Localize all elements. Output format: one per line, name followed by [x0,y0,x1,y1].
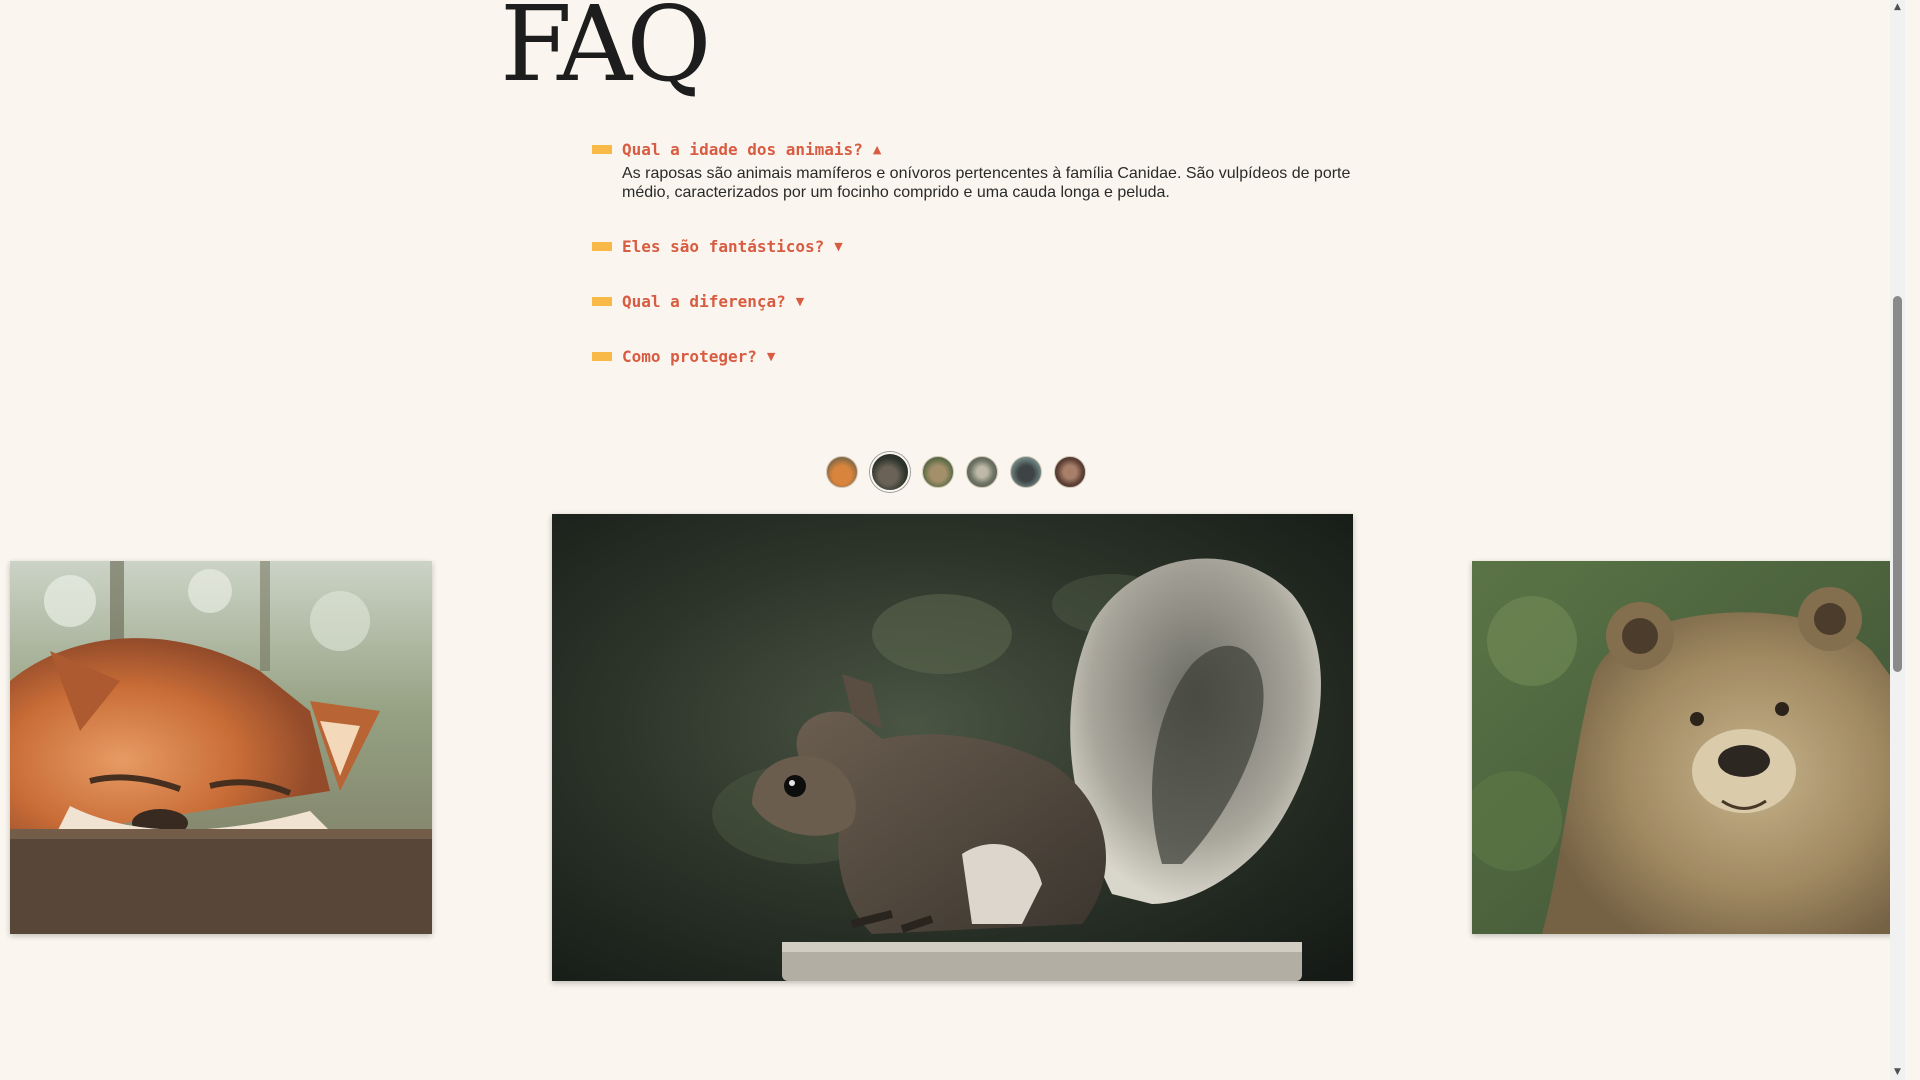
faq-question-toggle[interactable]: Qual a idade dos animais? ▲ [592,138,1352,160]
thumbnail-wolf[interactable] [966,456,998,488]
faq-list: Qual a idade dos animais? ▲ As raposas s… [592,138,1352,400]
faq-marker [592,296,612,306]
faq-question: Como proteger? [622,346,757,366]
scroll-down-icon[interactable]: ▼ [1890,1065,1905,1080]
faq-question-toggle[interactable]: Como proteger? ▼ [592,345,1352,367]
carousel-thumbnails [826,452,1098,492]
caret-down-icon: ▼ [766,349,776,363]
faq-question-toggle[interactable]: Qual a diferença? ▼ [592,290,1352,312]
caret-up-icon: ▲ [872,142,882,156]
bear-image [1472,561,1894,934]
faq-item: Eles são fantásticos? ▼ [592,235,1352,257]
thumbnail-monkey[interactable] [1054,456,1086,488]
page: FAQ Qual a idade dos animais? ▲ As rapos… [0,0,1905,1080]
fox-image [10,561,432,934]
faq-item: Qual a diferença? ▼ [592,290,1352,312]
faq-marker [592,144,612,154]
page-title: FAQ [500,0,711,105]
scroll-up-icon[interactable]: ▲ [1890,0,1905,15]
scrollbar-thumb[interactable] [1893,296,1902,672]
faq-item: Qual a idade dos animais? ▲ As raposas s… [592,138,1352,202]
vertical-scrollbar[interactable]: ▲ ▼ [1890,0,1905,1080]
faq-question: Qual a idade dos animais? [622,139,863,159]
carousel-slide-previous[interactable] [10,561,432,934]
faq-question-toggle[interactable]: Eles são fantásticos? ▼ [592,235,1352,257]
faq-question: Eles são fantásticos? [622,236,825,256]
faq-item: Como proteger? ▼ [592,345,1352,367]
carousel-slide-next[interactable] [1472,561,1894,934]
faq-answer: As raposas são animais mamíferos e onívo… [622,165,1351,201]
squirrel-image [552,514,1353,981]
carousel-slide-current[interactable] [552,514,1353,981]
thumbnail-squirrel[interactable] [870,452,910,492]
caret-down-icon: ▼ [795,294,805,308]
thumbnail-bear[interactable] [922,456,954,488]
faq-marker [592,241,612,251]
faq-marker [592,351,612,361]
caret-down-icon: ▼ [834,239,843,253]
thumbnail-fox[interactable] [826,456,858,488]
thumbnail-gorilla[interactable] [1010,456,1042,488]
faq-question: Qual a diferença? [622,291,786,311]
